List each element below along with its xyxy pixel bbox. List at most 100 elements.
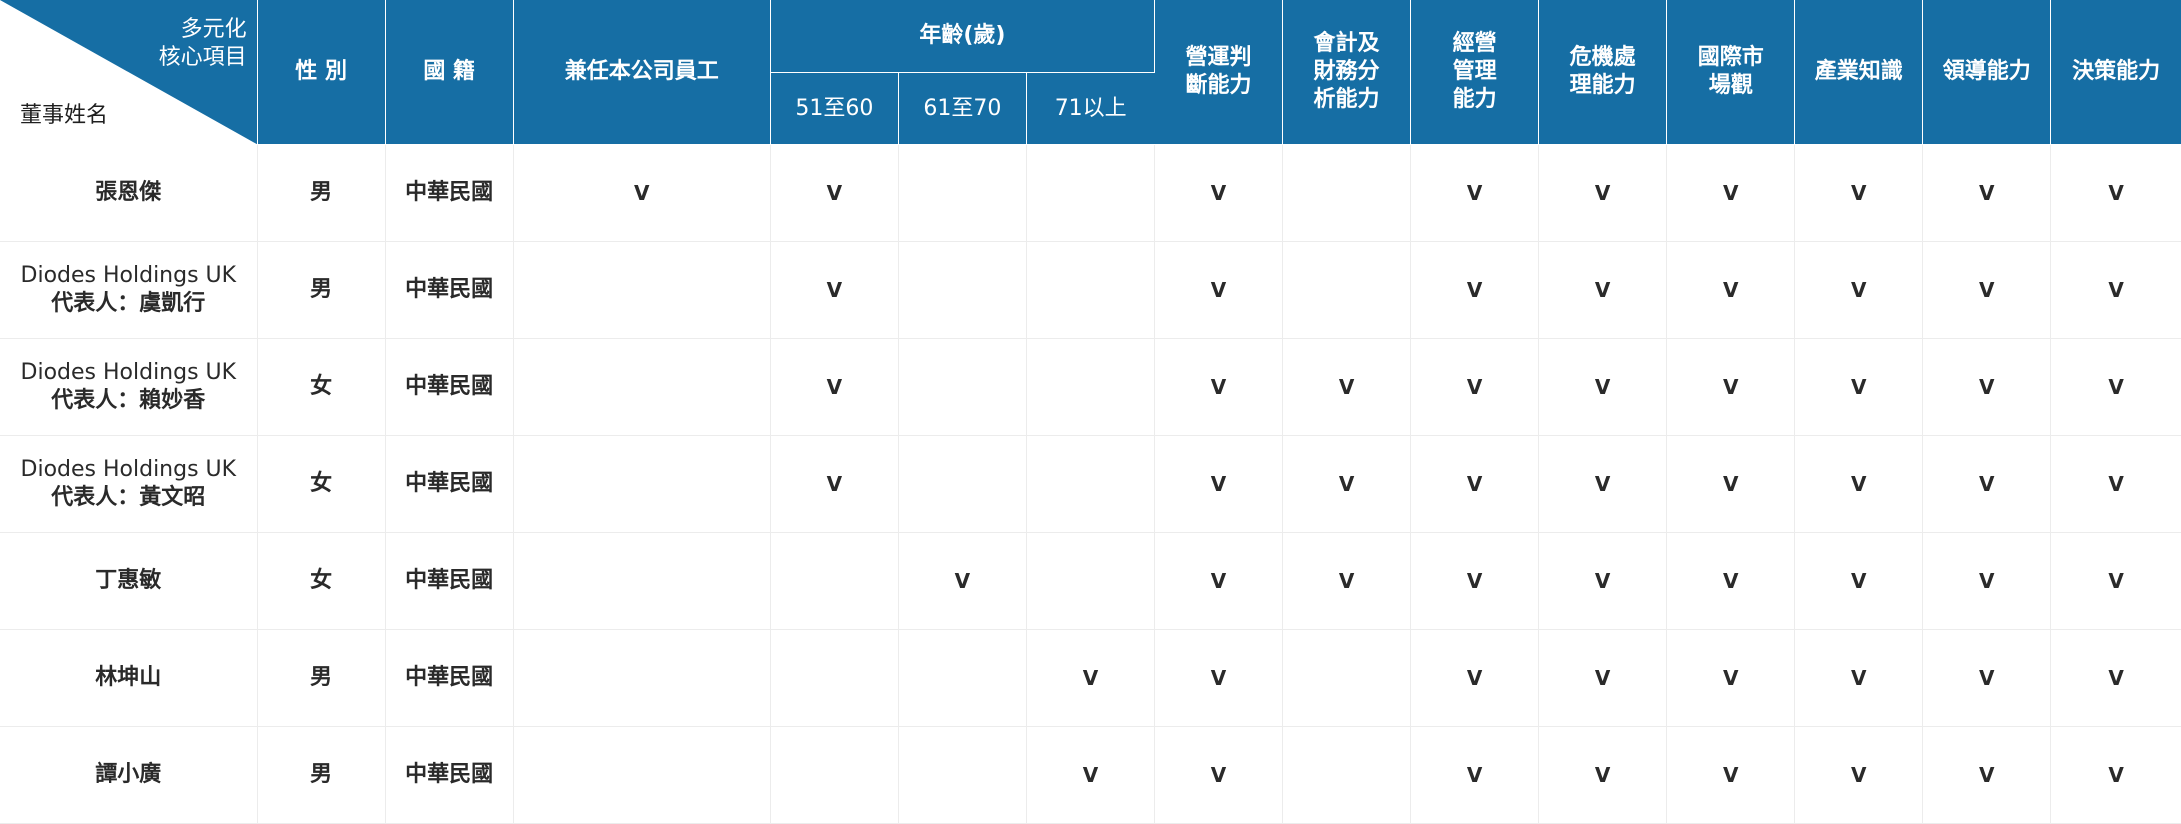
table-row: Diodes Holdings UK 代表人：黃文昭女中華民國 V V V V V V V V V — [0, 435, 2181, 533]
header-employee: 兼任本公司員工 — [513, 0, 771, 145]
director-name-cell: Diodes Holdings UK 代表人：賴妙香 — [0, 338, 258, 436]
check-mark-cell — [898, 144, 1027, 242]
check-mark-cell: V — [1154, 241, 1284, 339]
check-mark-cell: V — [1666, 726, 1796, 824]
header-age-51-60: 51至60 — [770, 72, 899, 145]
check-mark-cell: V — [2050, 338, 2181, 436]
check-mark-cell: V — [2050, 435, 2181, 533]
nationality-cell: 中華民國 — [385, 241, 514, 339]
check-mark-cell: V — [1410, 144, 1540, 242]
check-mark-cell: V — [1922, 338, 2052, 436]
table-row: Diodes Holdings UK 代表人：賴妙香女中華民國 V V V V V V V V V — [0, 338, 2181, 436]
check-mark-cell: V — [1922, 144, 2052, 242]
check-mark-cell — [513, 435, 771, 533]
check-mark-cell: V — [1794, 435, 1924, 533]
check-mark-cell: V — [898, 532, 1027, 630]
check-mark-cell: V — [1922, 435, 2052, 533]
check-mark-cell: V — [1282, 532, 1412, 630]
check-mark-cell: V — [1794, 241, 1924, 339]
check-mark-cell: V — [1922, 629, 2052, 727]
table-body: 張恩傑男中華民國 V V V V V V V V V Diodes Holdings UK 代表人：虞… — [0, 144, 2181, 824]
table-row: 林坤山男中華民國 V V V V V V V V — [0, 629, 2181, 727]
header-corner-cell: 多元化 核心項目 董事姓名 — [0, 0, 258, 145]
check-mark-cell — [770, 629, 899, 727]
table-row: 譚小廣男中華民國 V V V V V V V V — [0, 726, 2181, 824]
check-mark-cell: V — [1538, 241, 1668, 339]
director-name: 丁惠敏 — [95, 568, 162, 593]
check-mark-cell: V — [1410, 532, 1540, 630]
director-name: 代表人：虞凱行 — [51, 291, 206, 316]
check-mark-cell — [1282, 144, 1412, 242]
check-mark-cell — [770, 726, 899, 824]
director-name-cell: 張恩傑 — [0, 144, 258, 242]
header-gender: 性 別 — [257, 0, 386, 145]
director-name: 代表人：賴妙香 — [51, 388, 206, 413]
check-mark-cell: V — [1154, 435, 1284, 533]
check-mark-cell — [1282, 726, 1412, 824]
check-mark-cell — [1282, 241, 1412, 339]
check-mark-cell — [1026, 435, 1155, 533]
check-mark-cell — [898, 726, 1027, 824]
director-name-cell: 丁惠敏 — [0, 532, 258, 630]
nationality-cell: 中華民國 — [385, 435, 514, 533]
check-mark-cell — [898, 629, 1027, 727]
table-row: 張恩傑男中華民國 V V V V V V V V V — [0, 144, 2181, 242]
check-mark-cell: V — [1026, 629, 1155, 727]
header-skill-decision-making: 決策能力 — [2050, 0, 2181, 145]
director-name-cell: 林坤山 — [0, 629, 258, 727]
table-header: 多元化 核心項目 董事姓名 性 別 國 籍 兼任本公司員工 年齡(歲) 營運判 … — [0, 0, 2181, 145]
check-mark-cell — [513, 726, 771, 824]
check-mark-cell: V — [1922, 532, 2052, 630]
check-mark-cell: V — [1154, 338, 1284, 436]
check-mark-cell: V — [1154, 144, 1284, 242]
check-mark-cell: V — [1538, 629, 1668, 727]
check-mark-cell: V — [2050, 144, 2181, 242]
check-mark-cell: V — [770, 435, 899, 533]
header-skill-leadership: 領導能力 — [1922, 0, 2052, 145]
check-mark-cell: V — [1538, 338, 1668, 436]
gender-cell: 男 — [257, 144, 386, 242]
check-mark-cell: V — [2050, 629, 2181, 727]
check-mark-cell: V — [1794, 726, 1924, 824]
nationality-cell: 中華民國 — [385, 726, 514, 824]
check-mark-cell — [770, 532, 899, 630]
check-mark-cell: V — [1794, 144, 1924, 242]
gender-cell: 男 — [257, 241, 386, 339]
check-mark-cell: V — [1666, 144, 1796, 242]
check-mark-cell: V — [1922, 726, 2052, 824]
check-mark-cell: V — [1794, 532, 1924, 630]
check-mark-cell — [898, 338, 1027, 436]
table-row: Diodes Holdings UK 代表人：虞凱行男中華民國 V V V V V V V V — [0, 241, 2181, 339]
director-name-cell: Diodes Holdings UK 代表人：虞凱行 — [0, 241, 258, 339]
nationality-cell: 中華民國 — [385, 532, 514, 630]
nationality-cell: 中華民國 — [385, 629, 514, 727]
header-skill-crisis-management: 危機處 理能力 — [1538, 0, 1668, 145]
header-age-71-up: 71以上 — [1026, 72, 1155, 145]
nationality-cell: 中華民國 — [385, 338, 514, 436]
director-company-name: Diodes Holdings UK — [20, 457, 237, 482]
check-mark-cell: V — [1282, 435, 1412, 533]
check-mark-cell: V — [770, 338, 899, 436]
check-mark-cell — [513, 338, 771, 436]
check-mark-cell — [513, 629, 771, 727]
check-mark-cell: V — [1794, 629, 1924, 727]
header-diversity-items: 多元化 核心項目 — [158, 17, 247, 70]
check-mark-cell: V — [2050, 726, 2181, 824]
check-mark-cell: V — [1666, 241, 1796, 339]
check-mark-cell: V — [1282, 338, 1412, 436]
check-mark-cell: V — [1538, 532, 1668, 630]
header-skill-industry-knowledge: 產業知識 — [1794, 0, 1924, 145]
check-mark-cell: V — [1922, 241, 2052, 339]
check-mark-cell — [898, 241, 1027, 339]
header-skill-accounting-finance: 會計及 財務分 析能力 — [1282, 0, 1412, 145]
director-name: 林坤山 — [95, 665, 162, 690]
check-mark-cell: V — [1666, 338, 1796, 436]
check-mark-cell: V — [1794, 338, 1924, 436]
gender-cell: 女 — [257, 338, 386, 436]
gender-cell: 女 — [257, 532, 386, 630]
check-mark-cell: V — [1410, 241, 1540, 339]
check-mark-cell: V — [2050, 532, 2181, 630]
gender-cell: 女 — [257, 435, 386, 533]
check-mark-cell: V — [770, 144, 899, 242]
check-mark-cell: V — [1154, 629, 1284, 727]
